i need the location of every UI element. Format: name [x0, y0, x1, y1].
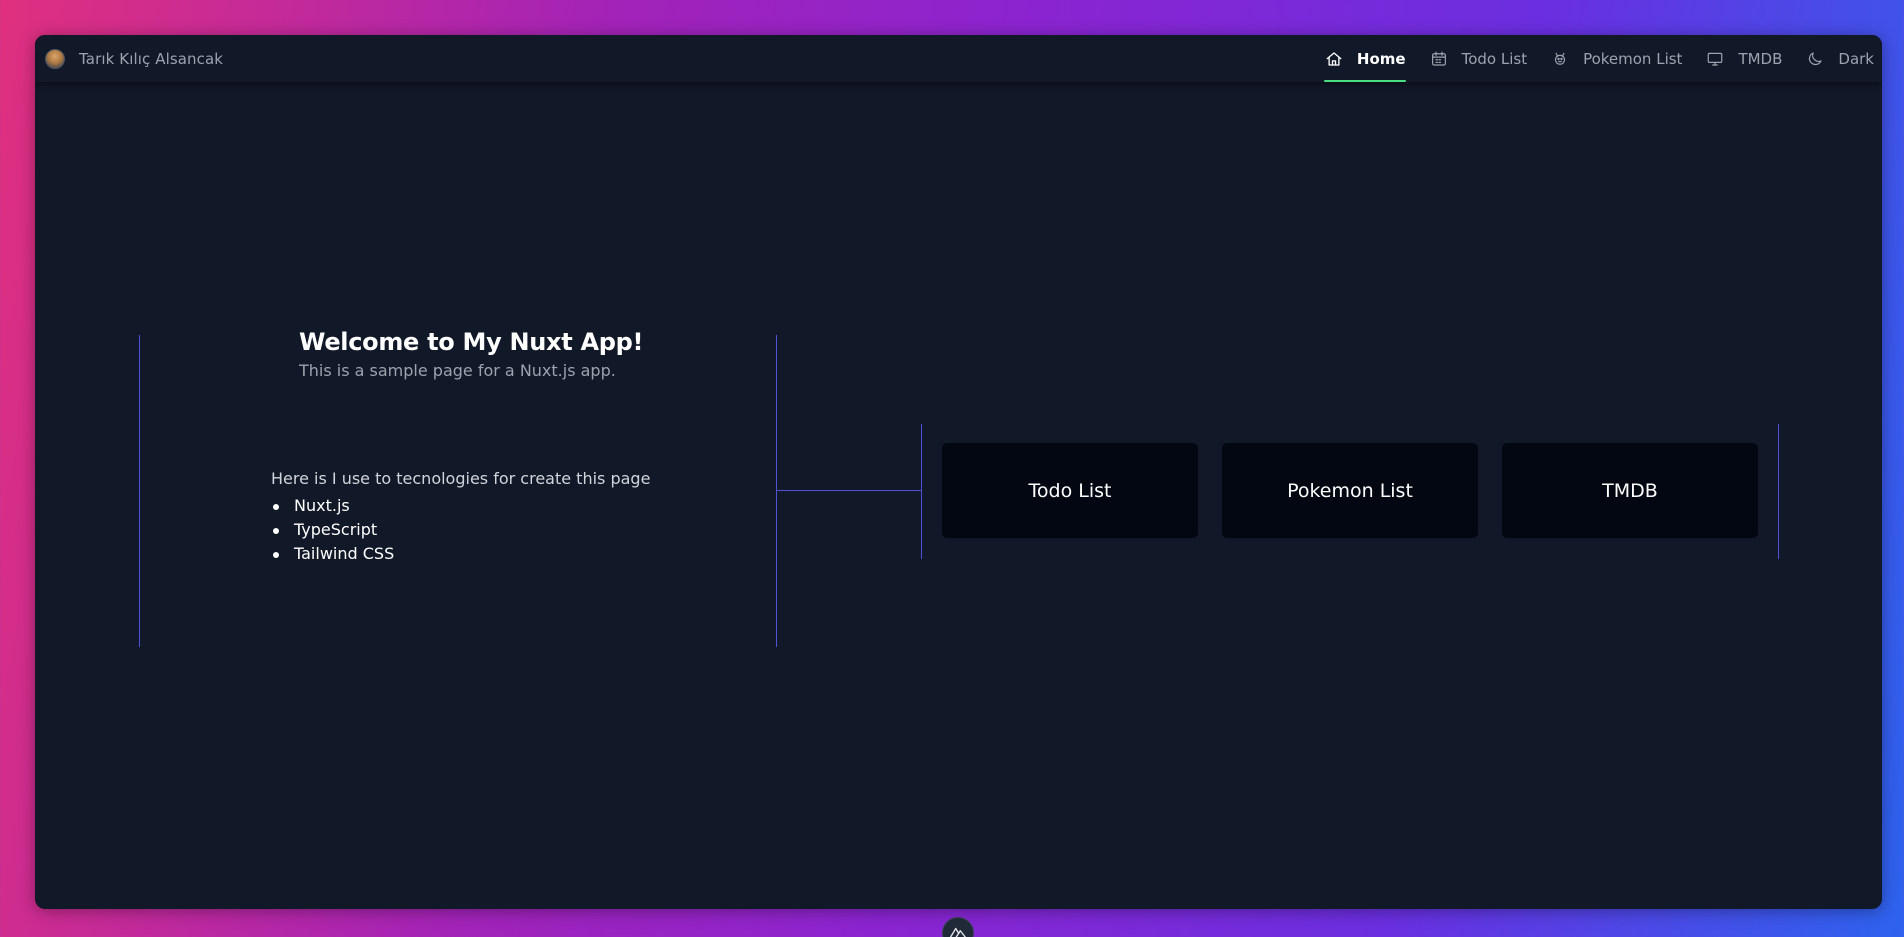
- nuxt-devtools-button[interactable]: [942, 917, 974, 937]
- tech-item-tailwind: Tailwind CSS: [271, 542, 394, 566]
- page-title: Welcome to My Nuxt App!: [299, 328, 644, 356]
- navbar: Tarık Kılıç Alsancak Home Todo List Poke…: [35, 35, 1882, 82]
- card-pokemon-list[interactable]: Pokemon List: [1222, 443, 1478, 538]
- divider-left: [139, 335, 140, 647]
- moon-icon: [1805, 49, 1825, 69]
- nav-label-tmdb: TMDB: [1738, 49, 1783, 68]
- nav-item-todo-list[interactable]: Todo List: [1429, 35, 1527, 82]
- nav-label-todo-list: Todo List: [1461, 49, 1528, 68]
- nuxt-devtools-icon: [949, 924, 967, 937]
- brand-name: Tarık Kılıç Alsancak: [79, 50, 224, 68]
- card-tmdb[interactable]: TMDB: [1502, 443, 1758, 538]
- divider-center: [776, 335, 777, 647]
- nav-label-home: Home: [1356, 49, 1406, 68]
- pokemon-icon: [1550, 49, 1570, 69]
- nav-label-pokemon-list: Pokemon List: [1583, 49, 1683, 68]
- theme-toggle-label: Dark: [1838, 49, 1874, 68]
- nav-item-pokemon-list[interactable]: Pokemon List: [1550, 35, 1682, 82]
- tech-intro: Here is I use to tecnologies for create …: [271, 469, 651, 488]
- nav-item-tmdb[interactable]: TMDB: [1705, 35, 1782, 82]
- page-subtitle: This is a sample page for a Nuxt.js app.: [299, 361, 616, 380]
- home-icon: [1324, 49, 1344, 69]
- monitor-icon: [1705, 49, 1725, 69]
- tech-item-typescript: TypeScript: [271, 518, 394, 542]
- tech-item-nuxt: Nuxt.js: [271, 494, 394, 518]
- card-todo-list[interactable]: Todo List: [942, 443, 1198, 538]
- app-window: Tarık Kılıç Alsancak Home Todo List Poke…: [35, 35, 1882, 909]
- calendar-icon: [1429, 49, 1449, 69]
- divider-cards-left: [921, 424, 922, 559]
- divider-cards-right: [1778, 424, 1779, 559]
- theme-toggle[interactable]: Dark: [1805, 35, 1874, 82]
- connector-horizontal: [776, 490, 921, 491]
- main-nav: Home Todo List Pokemon List TMDB Dark: [1301, 35, 1874, 82]
- brand[interactable]: Tarık Kılıç Alsancak: [45, 48, 223, 70]
- tech-list: Nuxt.js TypeScript Tailwind CSS: [271, 494, 394, 566]
- avatar: [45, 49, 65, 69]
- nav-item-home[interactable]: Home: [1323, 35, 1406, 82]
- main-content: Welcome to My Nuxt App! This is a sample…: [35, 82, 1882, 909]
